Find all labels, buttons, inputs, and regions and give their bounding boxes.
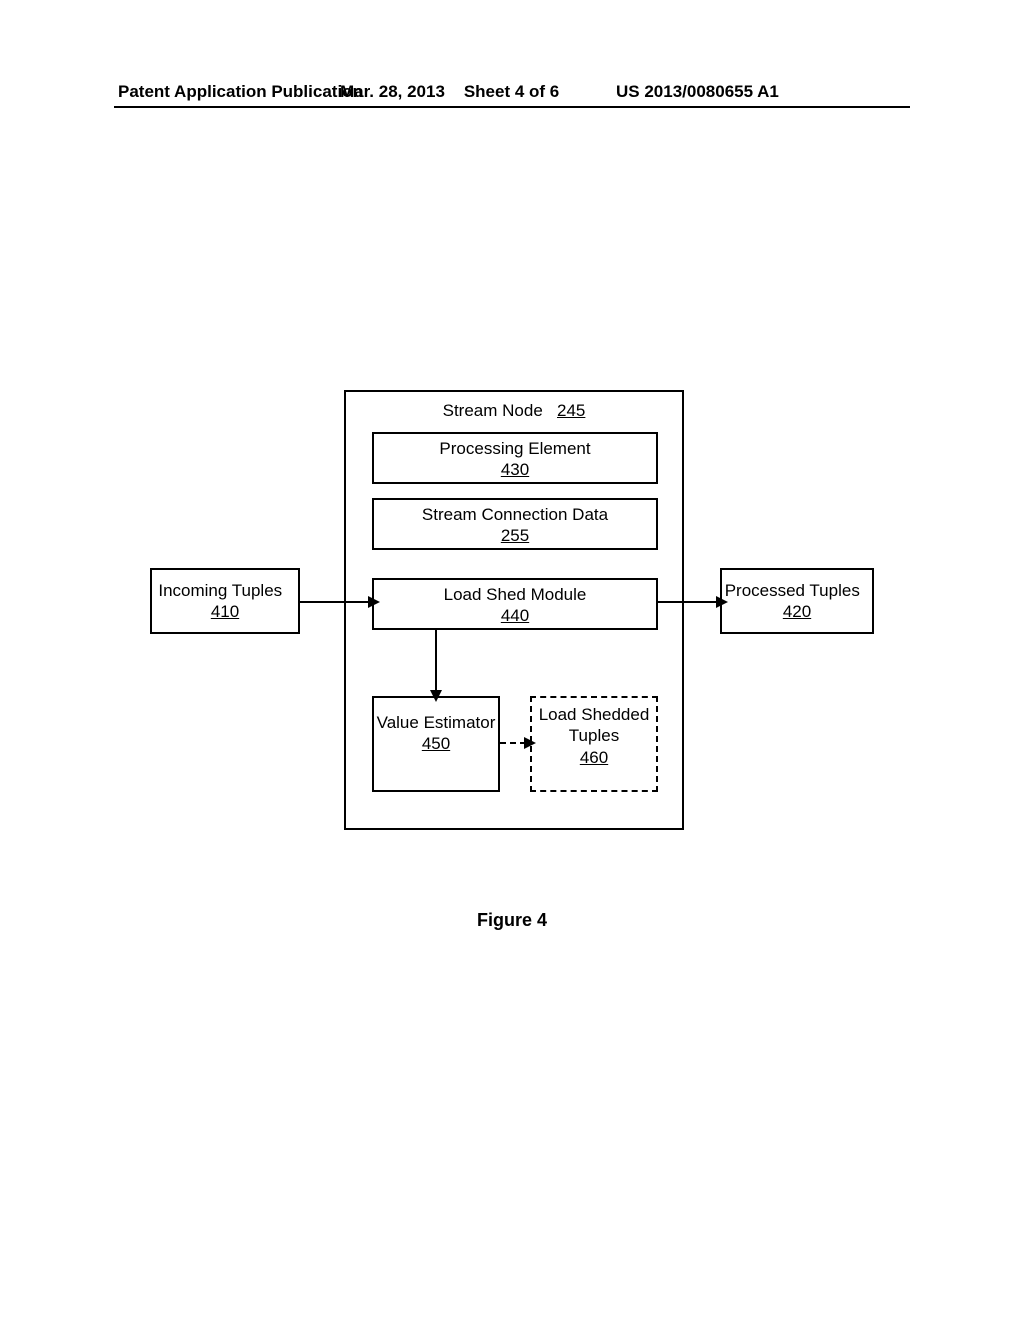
processing-element-box: Processing Element 430 [372, 432, 658, 484]
page: Patent Application Publication Mar. 28, … [0, 0, 1024, 1320]
load-shed-module-label: Load Shed Module [444, 585, 587, 604]
value-estimator-label: Value Estimator [377, 713, 496, 732]
load-shedded-tuples-ref: 460 [580, 748, 608, 767]
incoming-tuples-box: Incoming Tuples 410 [150, 568, 300, 634]
header-rule [114, 106, 910, 108]
arrowhead-right-icon [368, 596, 380, 608]
processed-tuples-label: Processed Tuples [725, 581, 860, 600]
stream-connection-data-ref: 255 [501, 526, 529, 545]
processing-element-label: Processing Element [439, 439, 590, 458]
header-right: US 2013/0080655 A1 [616, 82, 779, 102]
arrow-shaft [435, 630, 437, 692]
load-shed-module-ref: 440 [501, 606, 529, 625]
stream-connection-data-box: Stream Connection Data 255 [372, 498, 658, 550]
stream-node-ref: 245 [557, 401, 585, 420]
incoming-tuples-ref: 410 [211, 602, 239, 621]
value-estimator-ref: 450 [422, 734, 450, 753]
diagram: Stream Node 245 Processing Element 430 S… [150, 390, 874, 870]
header-left: Patent Application Publication [118, 82, 363, 102]
arrow-shaft-dashed [500, 742, 526, 744]
stream-node-label: Stream Node [443, 401, 543, 420]
stream-connection-data-label: Stream Connection Data [422, 505, 608, 524]
processed-tuples-ref: 420 [783, 602, 811, 621]
value-estimator-box: Value Estimator 450 [372, 696, 500, 792]
arrowhead-right-icon [524, 737, 536, 749]
arrowhead-down-icon [430, 690, 442, 702]
processed-tuples-box: Processed Tuples 420 [720, 568, 874, 634]
load-shed-module-box: Load Shed Module 440 [372, 578, 658, 630]
arrow-shaft [300, 601, 370, 603]
figure-caption: Figure 4 [0, 910, 1024, 931]
header-date: Mar. 28, 2013 [340, 82, 445, 101]
incoming-tuples-label: Incoming Tuples [158, 581, 282, 600]
load-shedded-tuples-box: Load Shedded Tuples 460 [530, 696, 658, 792]
header-sheet: Sheet 4 of 6 [464, 82, 559, 101]
processing-element-ref: 430 [501, 460, 529, 479]
arrowhead-right-icon [716, 596, 728, 608]
header-mid: Mar. 28, 2013 Sheet 4 of 6 [340, 82, 559, 102]
load-shedded-tuples-label: Load Shedded Tuples [539, 705, 650, 745]
arrow-shaft [658, 601, 718, 603]
